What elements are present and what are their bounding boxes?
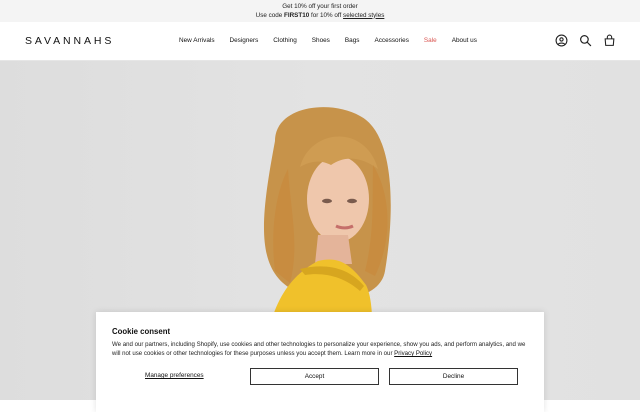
announcement-bar: Get 10% off your first order Use code FI… — [0, 0, 640, 22]
account-icon[interactable] — [555, 34, 568, 47]
site-header: SAVANNAHS New Arrivals Designers Clothin… — [0, 22, 640, 61]
accept-button[interactable]: Accept — [250, 368, 379, 385]
decline-button[interactable]: Decline — [389, 368, 518, 385]
cookie-actions: Manage preferences Accept Decline — [112, 368, 534, 385]
announcement-prefix: Use code — [255, 11, 284, 19]
discount-code: FIRST10 — [284, 11, 310, 19]
privacy-policy-link[interactable]: Privacy Policy — [394, 350, 432, 357]
brand-logo[interactable]: SAVANNAHS — [25, 35, 114, 47]
bag-icon[interactable] — [603, 34, 616, 47]
nav-designers[interactable]: Designers — [230, 37, 259, 44]
cookie-consent-banner: Cookie consent We and our partners, incl… — [96, 312, 544, 412]
cookie-title: Cookie consent — [112, 327, 171, 336]
header-icons — [555, 34, 616, 47]
nav-sale[interactable]: Sale — [424, 37, 437, 44]
cookie-text: We and our partners, including Shopify, … — [112, 341, 528, 359]
manage-preferences-link[interactable]: Manage preferences — [145, 372, 204, 379]
announcement-line-2: Use code FIRST10 for 10% off selected st… — [0, 12, 640, 21]
announcement-middle: for 10% off — [309, 11, 344, 19]
nav-accessories[interactable]: Accessories — [374, 37, 408, 44]
nav-shoes[interactable]: Shoes — [312, 37, 330, 44]
nav-new-arrivals[interactable]: New Arrivals — [179, 37, 215, 44]
selected-styles-link[interactable]: selected styles — [343, 12, 384, 19]
main-nav: New Arrivals Designers Clothing Shoes Ba… — [179, 37, 492, 44]
nav-about-us[interactable]: About us — [452, 37, 477, 44]
cookie-description: We and our partners, including Shopify, … — [112, 341, 526, 357]
announcement-line-1: Get 10% off your first order — [282, 3, 358, 10]
nav-bags[interactable]: Bags — [345, 37, 360, 44]
search-icon[interactable] — [579, 34, 592, 47]
nav-clothing[interactable]: Clothing — [273, 37, 296, 44]
